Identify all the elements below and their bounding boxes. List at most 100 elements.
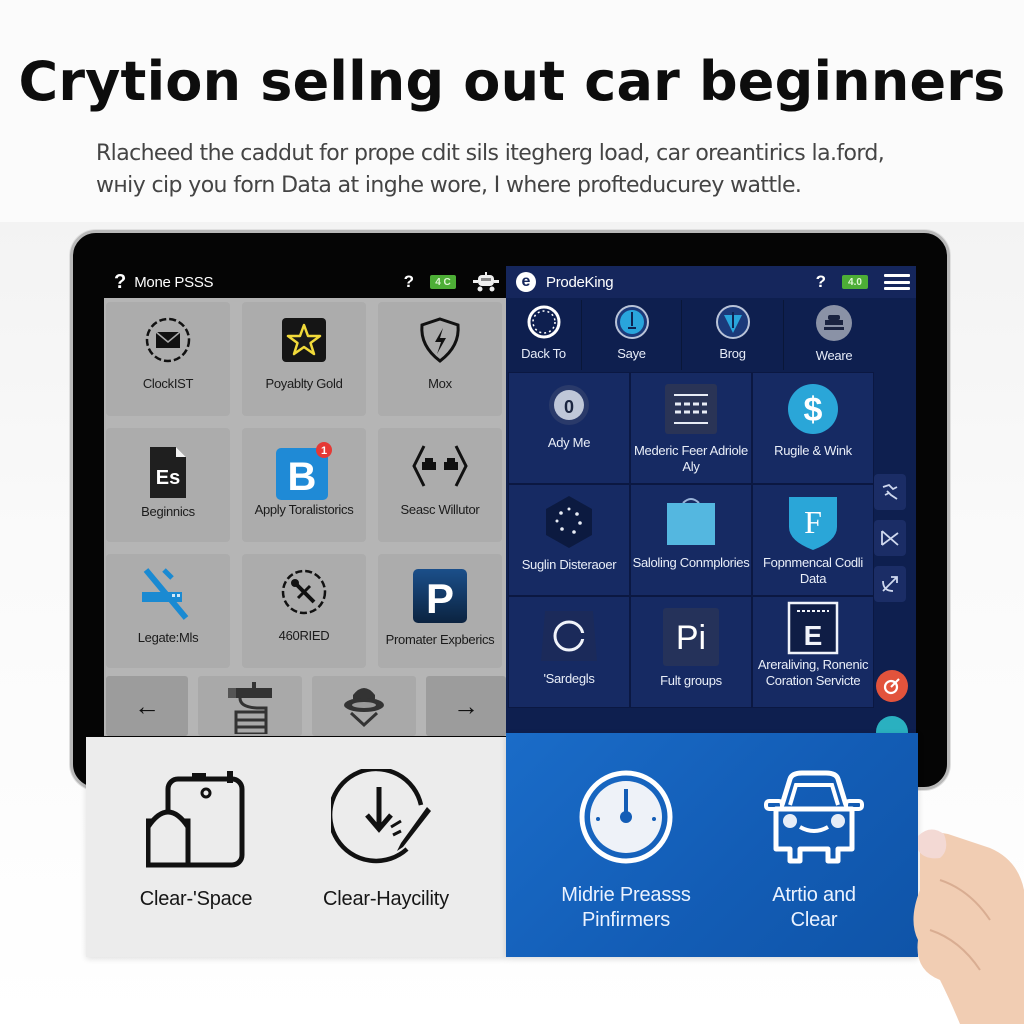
help-button[interactable]: ? — [816, 272, 826, 292]
right-app-grid: 0 Ady Me Mederic Feer Adriole Aly $ Rugi… — [508, 372, 874, 708]
svg-text:$: $ — [804, 391, 823, 429]
app-tile[interactable]: Es Beginnics — [106, 428, 230, 542]
right-top-bar: e ProdeKing ? 4.0 — [506, 266, 916, 298]
battery-badge: 4 C — [430, 275, 456, 289]
app-tile[interactable]: $ Rugile & Wink — [752, 372, 874, 484]
arrow-left-icon: ← — [134, 690, 160, 721]
f-shield-icon: F — [789, 497, 837, 550]
lock-knob-icon: 0 — [549, 385, 589, 425]
figure-icon — [882, 483, 898, 500]
app-tile[interactable]: Saloling Conmplories — [630, 484, 752, 596]
circle-refresh-icon — [541, 611, 597, 661]
robot-icon[interactable] — [472, 272, 500, 292]
rail-button[interactable] — [874, 520, 906, 556]
app-tile[interactable]: ClockIST — [106, 302, 230, 416]
download-pen-icon — [331, 769, 431, 864]
tool-stand-button[interactable] — [198, 676, 302, 736]
left-app-grid: ClockIST Poyablty Gold Mox Es Beginnics — [106, 302, 506, 668]
pin-icon — [614, 305, 649, 339]
dollar-icon: $ — [788, 384, 838, 434]
left-top-bar: ? Mone PSSS ? 4 C — [104, 266, 506, 298]
document-es-icon: Es — [150, 447, 186, 498]
app-tile[interactable]: 0 Ady Me — [508, 372, 630, 484]
rail-button[interactable] — [874, 566, 906, 602]
feature-card-right: Midrie Preasss Pinfirmers Atrtio and Clear — [506, 733, 918, 957]
app-tile[interactable]: Seasc Willutor — [378, 428, 502, 542]
feature-clear-haycility[interactable]: Clear-Haycility — [306, 769, 466, 912]
pi-icon: Pi — [663, 608, 719, 666]
e-badge-icon: E — [787, 601, 839, 655]
prev-button[interactable]: ← — [106, 676, 188, 736]
menu-icon[interactable] — [884, 274, 910, 290]
target-icon — [883, 678, 900, 695]
right-app-title: ProdeKing — [546, 273, 614, 291]
b-app-icon: B 1 — [276, 442, 332, 500]
tool-stand-icon — [228, 682, 272, 734]
bag-icon — [667, 498, 715, 545]
quick-item[interactable]: Brog — [682, 300, 784, 370]
quick-item[interactable]: Dack To — [506, 300, 582, 370]
envelope-icon — [145, 317, 191, 363]
app-tile[interactable]: Pi Fult groups — [630, 596, 752, 708]
arrow-down-shield-icon — [715, 305, 750, 339]
svg-text:E: E — [804, 620, 823, 651]
next-button[interactable]: → — [426, 676, 506, 736]
app-tile[interactable]: Legate:Mls — [106, 554, 230, 668]
app-logo-icon: e — [516, 272, 536, 292]
tools-circle-icon — [281, 569, 327, 615]
app-tile[interactable]: Poyablty Gold — [242, 302, 366, 416]
cars-hexagon-icon — [412, 445, 468, 487]
help-button[interactable]: ? — [404, 272, 414, 292]
feature-car[interactable]: Atrtio and Clear — [744, 769, 884, 933]
svg-text:Es: Es — [156, 467, 180, 489]
page-headline: Crytion sellng out car beginners — [18, 50, 1006, 113]
helmet-icon — [344, 688, 384, 728]
app-tile[interactable]: Mederic Feer Adriole Aly — [630, 372, 752, 484]
app-tile[interactable]: Mox — [378, 302, 502, 416]
car-front-icon — [764, 770, 864, 864]
engine-icon — [816, 305, 852, 341]
feature-clear-space[interactable]: Clear-'Space — [126, 769, 266, 912]
wrench-crossed-icon — [142, 568, 189, 620]
svg-text:Pi: Pi — [676, 619, 706, 657]
quick-item[interactable]: Saye — [582, 300, 682, 370]
app-tile[interactable]: Suglin Disteraoer — [508, 484, 630, 596]
side-rail — [874, 474, 910, 612]
keyboard-icon — [665, 384, 717, 434]
page-subline: Rlacheed the caddut for prope cdit sils … — [96, 141, 885, 198]
scissors-icon — [881, 530, 899, 546]
rail-button[interactable] — [874, 474, 906, 510]
notification-badge: 1 — [321, 445, 327, 457]
svg-text:P: P — [426, 575, 454, 622]
star-icon — [282, 318, 326, 362]
quick-item[interactable]: Weare — [784, 300, 884, 370]
app-tile[interactable]: F Fopnmencal Codli Data — [752, 484, 874, 596]
feature-card-left: Clear-'Space Clear-Haycility — [86, 737, 506, 957]
dial-icon — [527, 305, 560, 339]
app-tile[interactable]: 460RIED — [242, 554, 366, 668]
shield-bolt-icon — [420, 317, 460, 363]
app-tile[interactable]: 'Sardegls — [508, 596, 630, 708]
constellation-icon — [546, 496, 592, 548]
gauge-icon — [579, 770, 673, 864]
left-app-title: Mone PSSS — [134, 273, 214, 291]
arrow-right-icon: → — [453, 690, 479, 721]
svg-text:F: F — [804, 504, 822, 540]
left-nav-row: ← → — [106, 676, 506, 736]
help-logo-icon[interactable]: ? — [114, 271, 126, 294]
battery-badge: 4.0 — [842, 275, 868, 289]
right-quick-bar: Dack To Saye Brog Weare — [506, 300, 916, 370]
app-tile[interactable]: B 1 Apply Toralistorics — [242, 428, 366, 542]
left-screen: ? Mone PSSS ? 4 C ClockIST Poyablty Gold… — [104, 266, 506, 736]
svg-text:0: 0 — [564, 397, 574, 417]
target-button[interactable] — [876, 670, 908, 702]
app-tile[interactable]: P Promater Expberics — [378, 554, 502, 668]
helmet-button[interactable] — [312, 676, 416, 736]
hand-image — [913, 829, 1024, 1024]
app-tile[interactable]: E Areraliving, Ronenic Coration Servicte — [752, 596, 874, 708]
feature-gauge[interactable]: Midrie Preasss Pinfirmers — [546, 769, 706, 933]
right-screen: e ProdeKing ? 4.0 Dack To Saye Brog Wear… — [506, 266, 916, 736]
svg-text:B: B — [288, 455, 317, 499]
parking-p-icon: P — [413, 569, 467, 623]
battery-tank-icon — [146, 771, 245, 868]
